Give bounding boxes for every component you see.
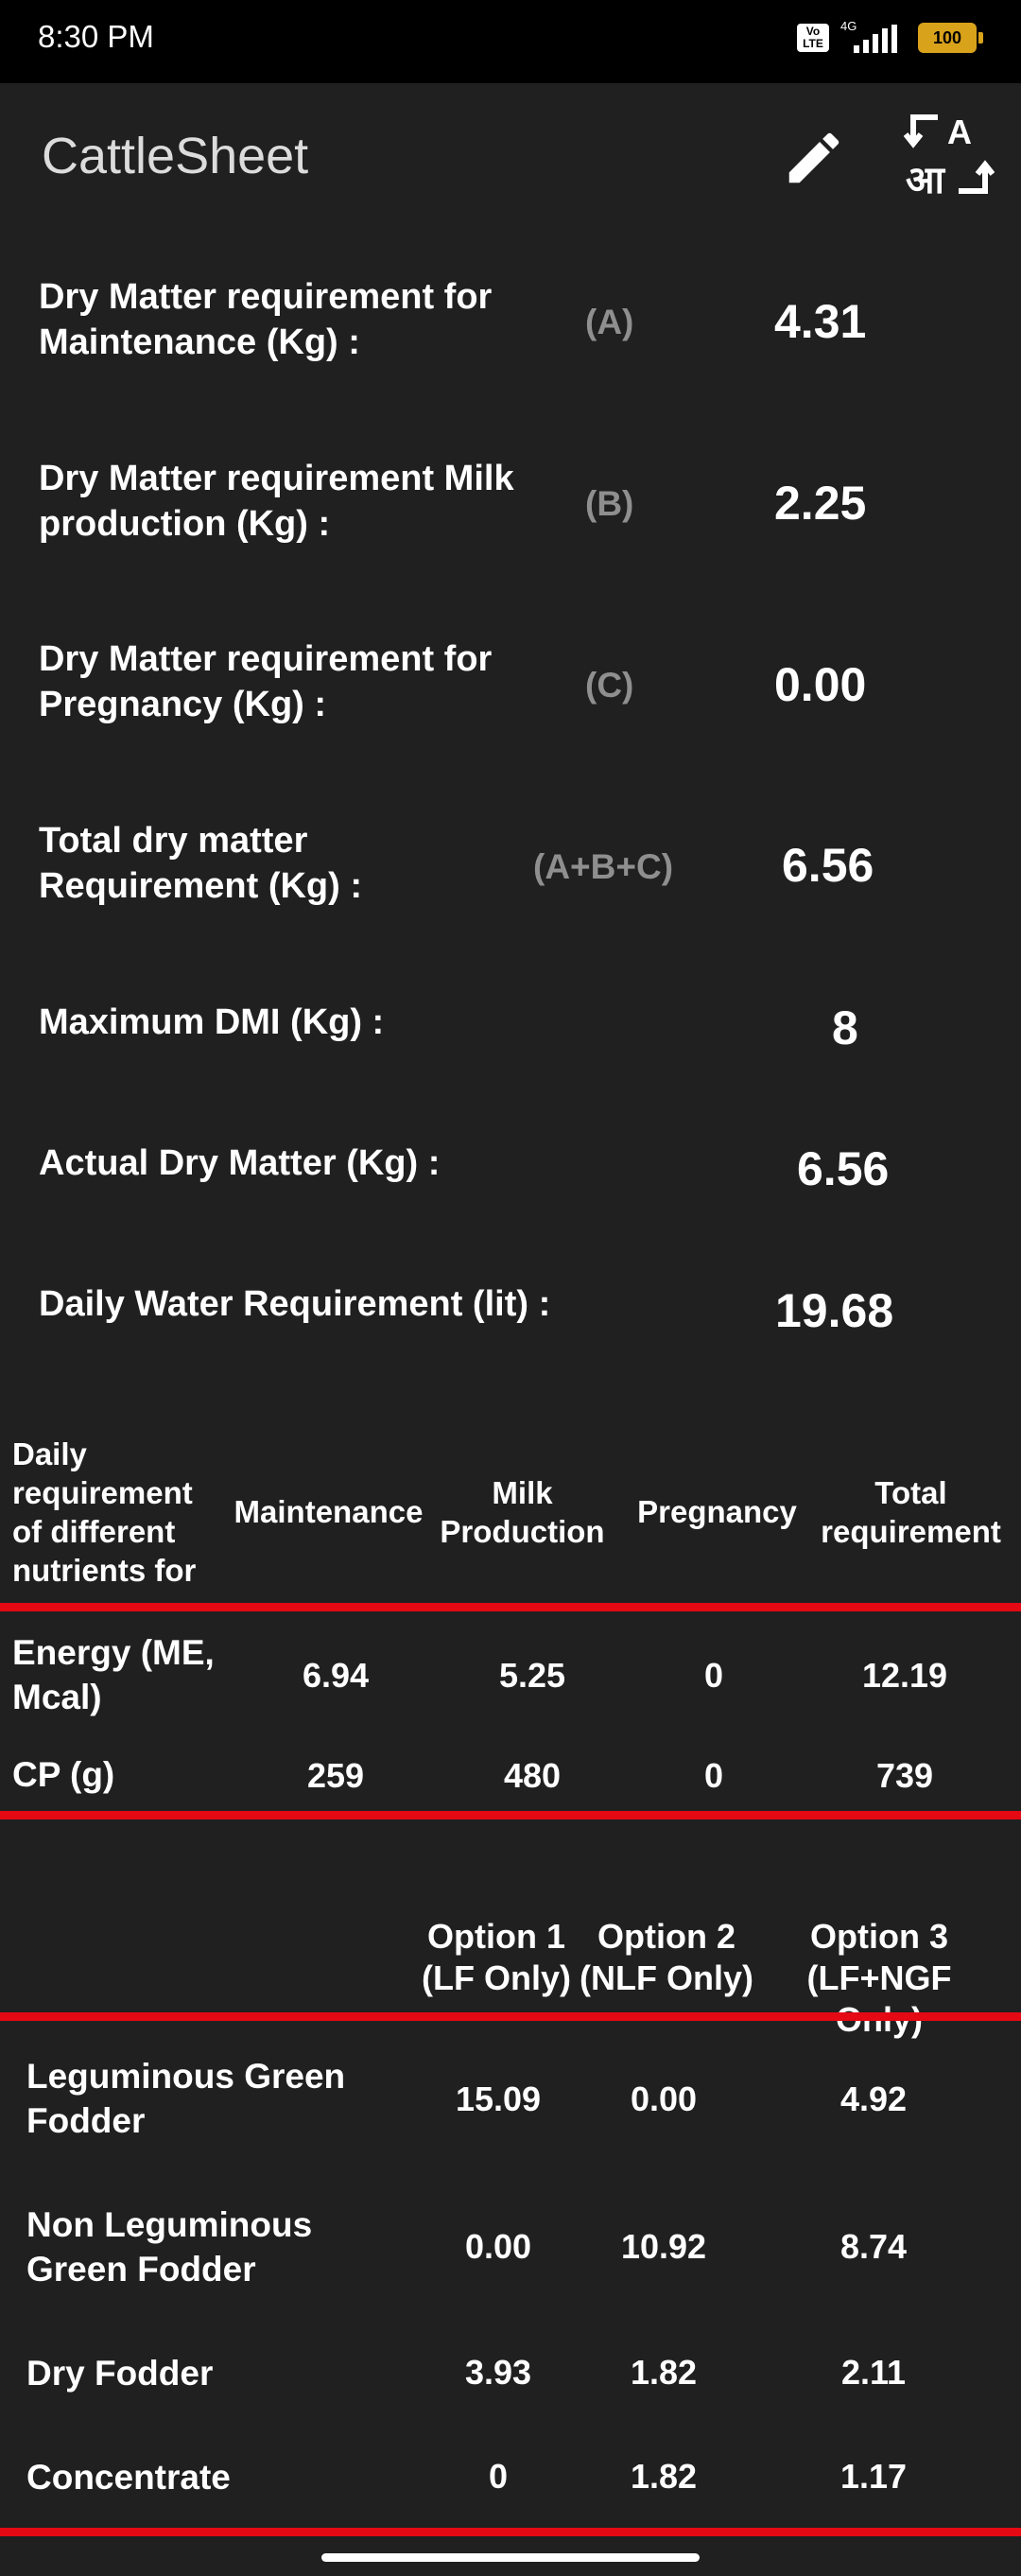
option2-header: Option 2 (NLF Only) [580,1917,753,1997]
col-maintenance-header: Maintenance [234,1494,424,1529]
edit-button[interactable] [781,125,847,191]
col-pregnancy-header: Pregnancy [637,1494,797,1529]
total-dm-label: Total dry matter Requirement (Kg) : [39,821,362,906]
dm-pregnancy-tag: (C) [585,666,634,705]
total-dm-tag: (A+B+C) [533,847,674,886]
signal-icon: 4G [840,19,907,55]
leguminous-option2: 0.00 [630,2080,698,2118]
feed-header-divider [0,2012,1021,2021]
cp-total: 739 [875,1756,934,1795]
water-requirement-label: Daily Water Requirement (lit) : [39,1284,551,1324]
energy-total: 12.19 [861,1656,948,1695]
concentrate-option3: 1.17 [839,2457,908,2496]
leguminous-label: Leguminous Green Fodder [26,2057,346,2140]
pencil-icon [788,132,839,183]
feed-bottom-divider [0,2528,1021,2536]
dm-milk-label: Dry Matter requirement Milk production (… [39,459,514,544]
cp-maintenance: 259 [306,1756,365,1795]
nutrients-bottom-divider [0,1811,1021,1819]
dm-milk-value: 2.25 [774,477,867,530]
app-title: CattleSheet [42,128,309,184]
non-leguminous-option2: 10.92 [620,2227,707,2266]
dry-fodder-option2: 1.82 [630,2353,698,2392]
energy-maintenance: 6.94 [302,1656,370,1695]
leguminous-option3: 4.92 [839,2080,908,2118]
max-dmi-value: 8 [832,1001,858,1054]
dry-fodder-option3: 2.11 [840,2353,907,2392]
max-dmi-label: Maximum DMI (Kg) : [39,1002,385,1042]
option1-header: Option 1 (LF Only) [422,1917,571,1997]
dm-maintenance-tag: (A) [585,303,634,341]
water-requirement-value: 19.68 [775,1284,894,1337]
dry-fodder-option1: 3.93 [464,2353,532,2392]
concentrate-option2: 1.82 [630,2457,698,2496]
non-leguminous-option3: 8.74 [839,2227,908,2266]
status-icons: Vo LTE 4G 100 [797,19,983,55]
non-leguminous-label: Non Leguminous Green Fodder [26,2205,313,2289]
svg-text:A: A [947,113,972,151]
cp-milk: 480 [503,1756,562,1795]
nutrients-header-divider [0,1603,1021,1611]
battery-tip [978,32,983,44]
actual-dm-value: 6.56 [797,1142,890,1195]
translate-icon: A आ [903,113,995,202]
dm-maintenance-label: Dry Matter requirement for Maintenance (… [39,277,493,362]
dm-pregnancy-label: Dry Matter requirement for Pregnancy (Kg… [39,639,493,724]
actual-dm-label: Actual Dry Matter (Kg) : [39,1143,441,1183]
cp-row-label: CP (g) [12,1755,115,1794]
col-total-header: Total requirement [821,1475,1001,1549]
dry-fodder-label: Dry Fodder [26,2354,214,2393]
total-dm-value: 6.56 [782,839,874,892]
translate-button[interactable]: A आ [903,112,995,202]
gesture-handle[interactable] [321,2553,700,2562]
non-leguminous-option1: 0.00 [464,2227,532,2266]
cp-pregnancy: 0 [703,1756,724,1795]
volte-icon: Vo LTE [797,24,829,52]
energy-pregnancy: 0 [703,1656,724,1695]
dm-pregnancy-value: 0.00 [774,658,867,711]
concentrate-label: Concentrate [26,2458,231,2497]
svg-text:आ: आ [906,159,946,202]
energy-row-label: Energy (ME, Mcal) [12,1633,215,1716]
col-milk-header: Milk Production [440,1475,605,1549]
status-time: 8:30 PM [38,19,154,54]
energy-milk: 5.25 [498,1656,566,1695]
option3-header: Option 3 (LF+NGF Only) [806,1917,952,2039]
dm-milk-tag: (B) [585,484,634,523]
concentrate-option1: 0 [488,2457,509,2496]
leguminous-option1: 15.09 [455,2080,542,2118]
nutrients-row-header: Daily requirement of different nutrients… [12,1436,197,1588]
status-bar: 8:30 PM Vo LTE 4G 100 [0,0,1021,83]
dm-maintenance-value: 4.31 [774,295,867,348]
battery-icon: 100 [918,23,977,53]
